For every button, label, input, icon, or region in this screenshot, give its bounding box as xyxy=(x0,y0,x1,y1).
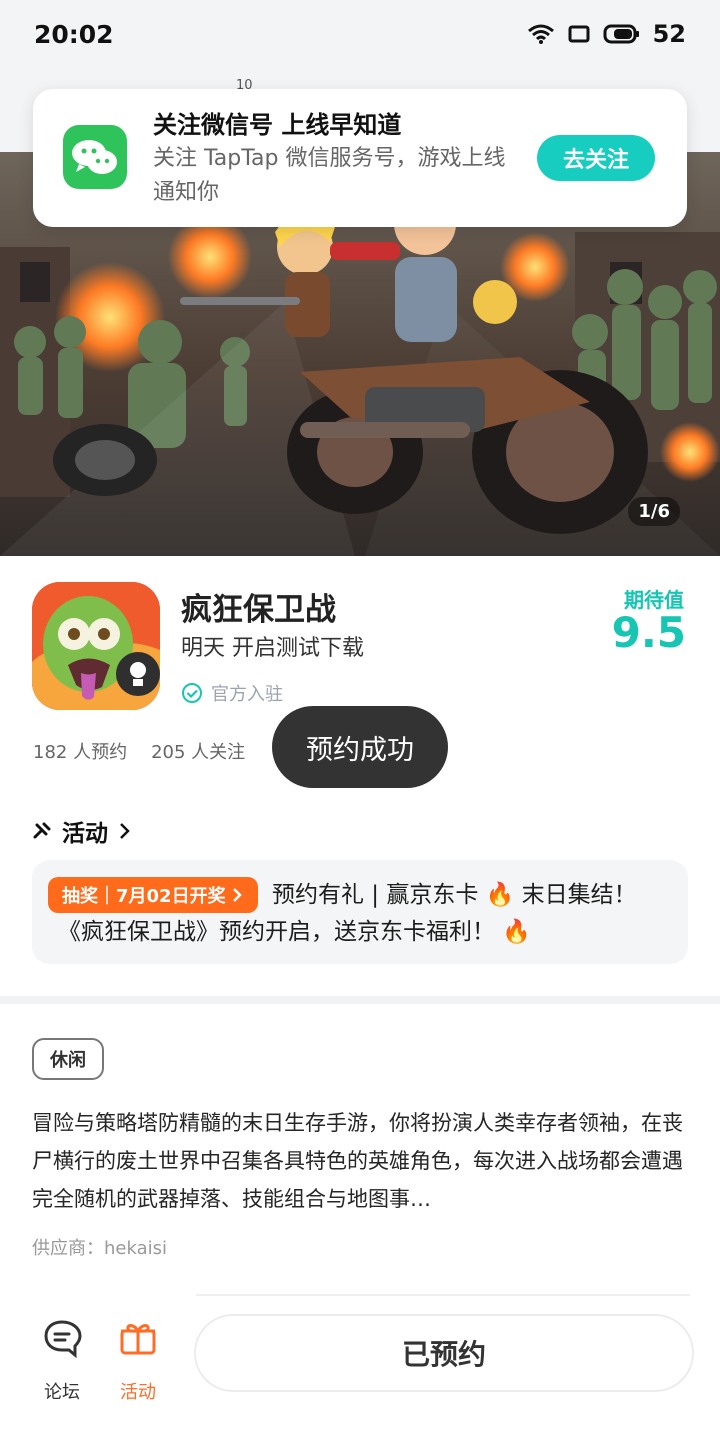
app-info-section: 疯狂保卫战 明天 开启测试下载 官方入驻 期待值 9.5 182 人预约 205… xyxy=(0,556,720,996)
stats-row: 182 人预约 205 人关注 xyxy=(33,738,245,764)
activity-text-line-1: 预约有礼 | 赢京东卡 🔥 末日集结！ xyxy=(272,882,637,908)
pin-icon xyxy=(33,822,51,839)
activity-header[interactable]: 活动 xyxy=(32,814,132,848)
activity-label: 活动 xyxy=(120,1382,156,1403)
activity-title: 活动 xyxy=(62,821,108,847)
description-section: 休闲 冒险与策略塔防精髓的末日生存手游，你将扮演人类幸存者领袖，在丧尸横行的废土… xyxy=(0,1004,720,1294)
section-divider xyxy=(0,996,720,1004)
chevron-right-icon xyxy=(120,823,130,839)
forum-tab[interactable]: 论坛 xyxy=(34,1310,90,1403)
genre-tag[interactable]: 休闲 xyxy=(32,1038,104,1080)
app-icon[interactable] xyxy=(32,582,160,710)
game-description[interactable]: 冒险与策略塔防精髓的末日生存手游，你将扮演人类幸存者领袖，在丧尸横行的废土世界中… xyxy=(32,1104,688,1218)
wifi-icon xyxy=(527,24,554,44)
screen-icon xyxy=(568,25,590,43)
verified-icon xyxy=(182,683,202,703)
follower-count: 205 人关注 xyxy=(151,742,246,763)
battery-level: 52 xyxy=(652,20,686,48)
forum-label: 论坛 xyxy=(44,1382,80,1403)
rating-value: 9.5 xyxy=(611,608,686,657)
official-text: 官方入驻 xyxy=(211,684,283,705)
app-title: 疯狂保卫战 xyxy=(181,592,336,628)
activity-tab[interactable]: 活动 xyxy=(110,1310,166,1403)
wechat-icon xyxy=(63,125,127,189)
status-bar: 20:02 52 xyxy=(0,0,720,72)
follow-button[interactable]: 去关注 xyxy=(537,135,655,181)
popup-title: 关注微信号 上线早知道 xyxy=(153,111,402,139)
battery-icon xyxy=(603,24,639,44)
status-time: 20:02 xyxy=(34,20,114,49)
forum-icon xyxy=(44,1320,82,1358)
lottery-badge-text: 抽奖｜7月02日开奖 xyxy=(62,886,226,907)
image-counter: 1/6 xyxy=(628,497,680,526)
reserved-button[interactable]: 已预约 xyxy=(194,1314,694,1392)
app-subtitle: 明天 开启测试下载 xyxy=(181,636,364,661)
lottery-badge: 抽奖｜7月02日开奖 xyxy=(48,877,258,913)
activity-text-line-2: 《疯狂保卫战》预约开启，送京东卡福利！ 🔥 xyxy=(58,919,531,945)
official-badge: 官方入驻 xyxy=(181,680,283,706)
activity-card[interactable]: 抽奖｜7月02日开奖 预约有礼 | 赢京东卡 🔥 末日集结！ 《疯狂保卫战》预约… xyxy=(32,860,688,964)
bottom-action-bar: 论坛 活动 已预约 xyxy=(0,1294,720,1440)
status-icons: 52 xyxy=(527,20,686,48)
popup-description: 关注 TapTap 微信服务号，游戏上线通知你 xyxy=(153,146,506,205)
gift-icon xyxy=(120,1324,156,1355)
supplier-label: 供应商：hekaisi xyxy=(32,1238,167,1259)
wechat-follow-popup[interactable]: 关注微信号 上线早知道 关注 TapTap 微信服务号，游戏上线通知你 去关注 xyxy=(33,89,687,227)
reservation-count: 182 人预约 xyxy=(33,742,128,763)
chevron-right-icon xyxy=(232,888,242,902)
reservation-success-toast: 预约成功 xyxy=(272,706,448,788)
